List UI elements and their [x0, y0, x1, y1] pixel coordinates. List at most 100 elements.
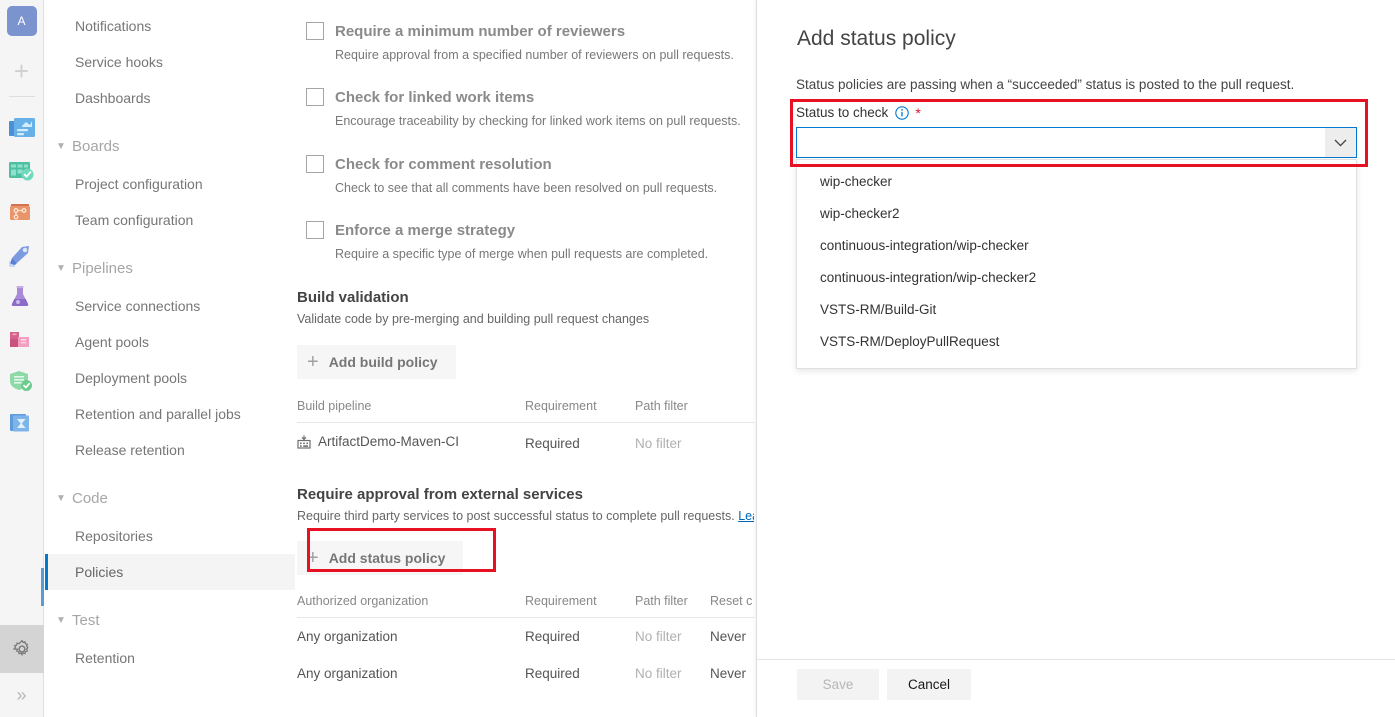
cell-requirement: Required [525, 618, 635, 656]
create-new-icon[interactable]: + [3, 52, 41, 90]
sidebar-group-test[interactable]: ▼ Test [45, 602, 295, 640]
policy-title: Enforce a merge strategy [304, 221, 754, 240]
policy-title: Check for linked work items [304, 88, 754, 107]
cell-reset: Never [710, 618, 754, 656]
table-row[interactable]: Any organization Required No filter Neve… [297, 655, 754, 692]
security-icon[interactable] [5, 364, 39, 398]
add-status-policy-panel: Add status policy Status policies are pa… [756, 0, 1395, 717]
subheading-text: Require third party services to post suc… [297, 509, 735, 523]
build-pipeline-icon [297, 435, 311, 452]
panel-footer: Save Cancel [757, 659, 1395, 717]
checkbox-merge-strategy[interactable] [306, 221, 324, 239]
sidebar-item-retention-and-parallel-jobs[interactable]: Retention and parallel jobs [45, 396, 295, 432]
settings-nav: Notifications Service hooks Dashboards ▼… [45, 0, 295, 717]
status-to-check-dropdown: wip-checker wip-checker2 continuous-inte… [796, 159, 1357, 369]
checkbox-linked-work-items[interactable] [306, 88, 324, 106]
policies-content: Require a minimum number of reviewers Re… [296, 0, 754, 717]
add-build-policy-button[interactable]: + Add build policy [297, 345, 456, 379]
cell-requirement: Required [525, 655, 635, 692]
sidebar-item-repositories[interactable]: Repositories [45, 518, 295, 554]
dropdown-option[interactable]: continuous-integration/wip-checker [797, 230, 1356, 262]
cell-path-filter: No filter [635, 423, 754, 464]
dropdown-option[interactable]: wip-checker2 [797, 198, 1356, 230]
checkbox-min-reviewers[interactable] [306, 22, 324, 40]
status-to-check-combobox[interactable] [796, 127, 1357, 158]
sidebar-item-project-configuration[interactable]: Project configuration [45, 166, 295, 202]
left-icon-rail: A + [0, 0, 44, 717]
table-row[interactable]: ArtifactDemo-Maven-CI Required No filter [297, 423, 754, 464]
organization-avatar[interactable]: A [7, 6, 37, 36]
sidebar-item-notifications[interactable]: Notifications [45, 8, 295, 44]
settings-gear-icon[interactable] [0, 625, 44, 673]
add-build-policy-label: Add build policy [329, 354, 438, 370]
sidebar-item-release-retention[interactable]: Release retention [45, 432, 295, 468]
column-header-requirement: Requirement [525, 594, 635, 618]
policy-linked-work-items: Check for linked work items Encourage tr… [304, 88, 754, 128]
section-heading: Require approval from external services [297, 485, 754, 505]
overview-icon[interactable] [5, 112, 39, 146]
add-status-policy-label: Add status policy [329, 550, 446, 566]
cell-organization: Any organization [297, 655, 525, 692]
artifacts-icon[interactable] [5, 322, 39, 356]
cancel-button[interactable]: Cancel [887, 669, 971, 700]
sidebar-item-service-hooks[interactable]: Service hooks [45, 44, 295, 80]
boards-icon[interactable] [5, 154, 39, 188]
external-services-table: Authorized organization Requirement Path… [297, 594, 754, 692]
sidebar-item-agent-pools[interactable]: Agent pools [45, 324, 295, 360]
column-header-path-filter: Path filter [635, 399, 754, 423]
policy-title: Require a minimum number of reviewers [304, 22, 754, 41]
checkbox-comment-resolution[interactable] [306, 155, 324, 173]
sidebar-item-dashboards[interactable]: Dashboards [45, 80, 295, 116]
table-row[interactable]: Any organization Required No filter Neve… [297, 618, 754, 656]
sidebar-item-retention[interactable]: Retention [45, 640, 295, 676]
cell-path-filter: No filter [635, 655, 710, 692]
cell-path-filter: No filter [635, 618, 710, 656]
cell-requirement: Required [525, 423, 635, 464]
dropdown-option[interactable]: VSTS-RM/DeployPullRequest [797, 326, 1356, 358]
column-header-authorized-organization: Authorized organization [297, 594, 525, 618]
plus-icon: + [307, 352, 319, 372]
sidebar-group-boards[interactable]: ▼ Boards [45, 128, 295, 166]
column-header-path-filter: Path filter [635, 594, 710, 618]
expand-rail-icon[interactable]: » [0, 673, 44, 717]
external-services-section: Require approval from external services … [297, 485, 754, 692]
info-icon[interactable] [895, 106, 909, 120]
dropdown-option[interactable]: VSTS-RM/Build-Git [797, 294, 1356, 326]
status-to-check-label: Status to check * [796, 105, 921, 120]
table-header-row: Authorized organization Requirement Path… [297, 594, 754, 618]
test-plans-icon[interactable] [5, 280, 39, 314]
column-header-requirement: Requirement [525, 399, 635, 423]
sidebar-item-team-configuration[interactable]: Team configuration [45, 202, 295, 238]
azure-devops-project-settings-screen: A + [0, 0, 1395, 717]
policy-title: Check for comment resolution [304, 155, 754, 174]
sidebar-item-deployment-pools[interactable]: Deployment pools [45, 360, 295, 396]
sidebar-group-label: Pipelines [72, 250, 133, 288]
chevron-down-icon: ▼ [52, 250, 70, 288]
add-status-policy-button[interactable]: + Add status policy [297, 541, 463, 575]
sidebar-group-pipelines[interactable]: ▼ Pipelines [45, 250, 295, 288]
status-to-check-input[interactable] [797, 128, 1325, 157]
learn-more-link[interactable]: Learn [738, 509, 754, 523]
policy-description: Require approval from a specified number… [304, 48, 754, 62]
section-heading: Build validation [297, 288, 754, 308]
policy-min-reviewers: Require a minimum number of reviewers Re… [304, 22, 754, 62]
policy-merge-strategy: Enforce a merge strategy Require a speci… [304, 221, 754, 261]
policy-description: Encourage traceability by checking for l… [304, 114, 754, 128]
chevron-down-icon: ▼ [52, 602, 70, 640]
save-button[interactable]: Save [797, 669, 879, 700]
billing-icon[interactable] [5, 406, 39, 440]
sidebar-group-label: Boards [72, 128, 120, 166]
sidebar-group-code[interactable]: ▼ Code [45, 480, 295, 518]
cell-organization: Any organization [297, 618, 525, 656]
required-marker: * [915, 106, 920, 120]
repos-icon[interactable] [5, 196, 39, 230]
dropdown-option[interactable]: continuous-integration/wip-checker2 [797, 262, 1356, 294]
panel-title: Add status policy [797, 27, 956, 51]
sidebar-item-policies[interactable]: Policies [45, 554, 295, 590]
pipelines-icon[interactable] [5, 238, 39, 272]
dropdown-option[interactable]: wip-checker [797, 166, 1356, 198]
cell-build-pipeline: ArtifactDemo-Maven-CI [297, 423, 525, 464]
sidebar-item-service-connections[interactable]: Service connections [45, 288, 295, 324]
sidebar-group-label: Test [72, 602, 100, 640]
chevron-down-icon[interactable] [1325, 128, 1356, 157]
